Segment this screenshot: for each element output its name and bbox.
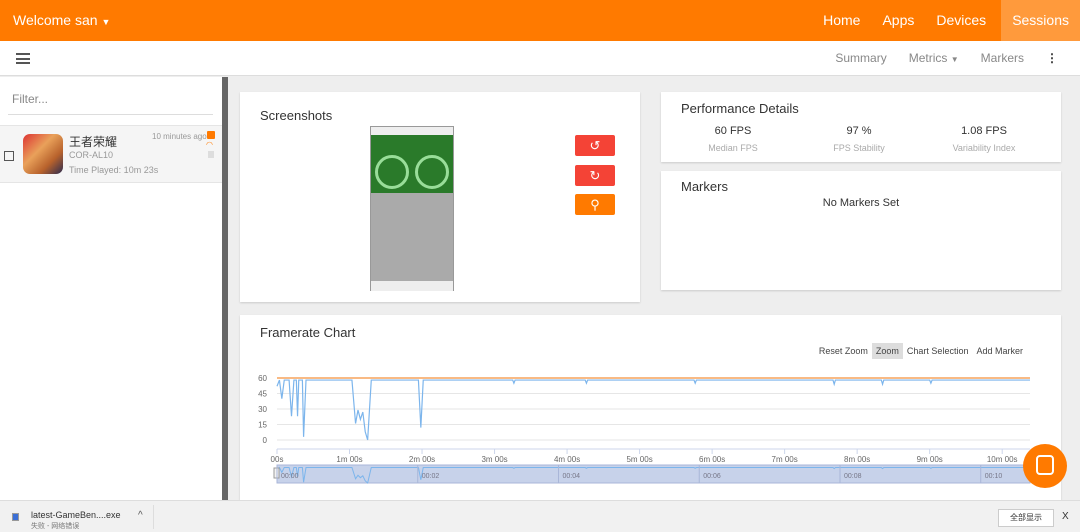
welcome-label: Welcome san [13, 12, 98, 28]
nav-devices[interactable]: Devices [925, 0, 997, 41]
y-tick-label: 60 [258, 374, 267, 383]
framerate-chart[interactable]: 0 15 30 45 60 00s 1m 00s 2m 00s 3m 00s 4m 00s 5m 0… [240, 315, 1061, 500]
x-tick-label: 2m 00s [409, 455, 435, 464]
metric-label: Variability Index [952, 143, 1016, 153]
rotate-left-button[interactable]: ↺ [575, 135, 615, 156]
metric-value: 60 FPS [714, 125, 752, 137]
nav-sessions[interactable]: Sessions [1001, 0, 1080, 41]
screenshot-image[interactable] [370, 126, 454, 291]
nav-apps[interactable]: Apps [871, 0, 925, 41]
navigator-tick-label: 00:02 [422, 473, 440, 480]
top-nav-bar: Welcome san ▼ Home Apps Devices Sessions [0, 0, 1080, 41]
x-tick-label: 1m 00s [336, 455, 362, 464]
markers-card: Markers No Markers Set [661, 171, 1061, 290]
framerate-card: Framerate Chart Reset Zoom Zoom Chart Se… [240, 315, 1061, 500]
metric-variability: 1.08 FPS Variability Index [919, 125, 1049, 153]
sidebar-scrollbar[interactable] [222, 77, 228, 500]
x-tick-label: 3m 00s [481, 455, 507, 464]
metric-value: 1.08 FPS [961, 125, 1007, 137]
navigator-tick-label: 00:00 [281, 473, 299, 480]
file-icon [12, 513, 19, 521]
chevron-up-icon[interactable]: ^ [138, 510, 143, 521]
wifi-icon: ◠ [206, 140, 213, 149]
tab-markers[interactable]: Markers [970, 41, 1035, 77]
zoom-in-button[interactable]: ⚲ [575, 194, 615, 215]
x-tick-label: 4m 00s [554, 455, 580, 464]
no-markers-text: No Markers Set [822, 197, 900, 209]
hamburger-icon[interactable] [16, 53, 30, 64]
session-checkbox[interactable] [4, 151, 14, 161]
bookmark-icon [208, 151, 214, 158]
close-download-bar-button[interactable]: X [1062, 511, 1069, 522]
navigator-tick-label: 00:08 [844, 473, 862, 480]
fps-series-line [276, 379, 1030, 441]
metric-label: FPS Stability [833, 143, 885, 153]
performance-card: Performance Details 60 FPS Median FPS 97 … [661, 92, 1061, 162]
rotate-left-icon: ↺ [589, 138, 601, 153]
download-status: 失败 - 网络错误 [31, 523, 80, 530]
sub-toolbar: Summary Metrics ▼ Markers ⋮ [0, 41, 1080, 76]
download-filename[interactable]: latest-GameBen....exe [31, 510, 121, 520]
zoom-in-icon: ⚲ [590, 197, 600, 212]
time-played: Time Played: 10m 23s [69, 165, 159, 175]
navigator-tick-label: 00:04 [562, 473, 580, 480]
navigator-tick-label: 00:06 [703, 473, 721, 480]
navigator-tick-label: 00:10 [985, 473, 1003, 480]
filter-input[interactable]: Filter... [8, 87, 213, 115]
markers-title: Markers [681, 179, 728, 194]
show-all-button[interactable]: 全部显示 [998, 509, 1054, 527]
session-list-item[interactable]: 王者荣耀 COR-AL10 Time Played: 10m 23s 10 mi… [0, 125, 222, 183]
x-tick-label: 10m 00s [987, 455, 1018, 464]
x-tick-label: 6m 00s [699, 455, 725, 464]
chat-icon [1036, 455, 1054, 475]
screenshots-title: Screenshots [260, 108, 333, 123]
more-vert-icon[interactable]: ⋮ [1035, 41, 1080, 77]
metric-value: 97 % [846, 125, 872, 137]
rotate-right-button[interactable]: ↻ [575, 165, 615, 186]
nav-home[interactable]: Home [812, 0, 871, 41]
screenshot-icon [207, 131, 215, 139]
caret-down-icon: ▼ [101, 17, 111, 27]
y-tick-label: 15 [258, 421, 267, 430]
metric-median-fps: 60 FPS Median FPS [668, 125, 798, 153]
y-tick-label: 45 [258, 390, 267, 399]
tab-summary[interactable]: Summary [824, 41, 897, 77]
y-tick-label: 0 [263, 436, 268, 445]
x-tick-label: 8m 00s [844, 455, 870, 464]
x-tick-label: 7m 00s [772, 455, 798, 464]
sessions-sidebar: Filter... 王者荣耀 COR-AL10 Time Played: 10m… [0, 77, 222, 500]
tab-metrics[interactable]: Metrics ▼ [898, 41, 970, 77]
download-bar: latest-GameBen....exe 失败 - 网络错误 ^ 全部显示 X [0, 500, 1080, 532]
screenshots-card: Screenshots ↺ ↻ ⚲ [240, 92, 640, 302]
y-tick-label: 30 [258, 405, 267, 414]
device-name: COR-AL10 [69, 150, 114, 160]
session-time-ago: 10 minutes ago [152, 132, 207, 141]
x-tick-label: 00s [271, 455, 284, 464]
app-name: 王者荣耀 [69, 135, 118, 149]
chat-button[interactable] [1023, 444, 1067, 488]
caret-down-icon: ▼ [950, 55, 959, 64]
metric-fps-stability: 97 % FPS Stability [794, 125, 924, 153]
x-tick-label: 9m 00s [917, 455, 943, 464]
metric-label: Median FPS [708, 143, 758, 153]
welcome-menu[interactable]: Welcome san ▼ [13, 12, 110, 28]
app-icon [23, 134, 63, 174]
rotate-right-icon: ↻ [589, 168, 601, 183]
x-tick-label: 5m 00s [626, 455, 652, 464]
performance-title: Performance Details [681, 101, 799, 116]
metrics-label: Metrics [908, 51, 948, 65]
